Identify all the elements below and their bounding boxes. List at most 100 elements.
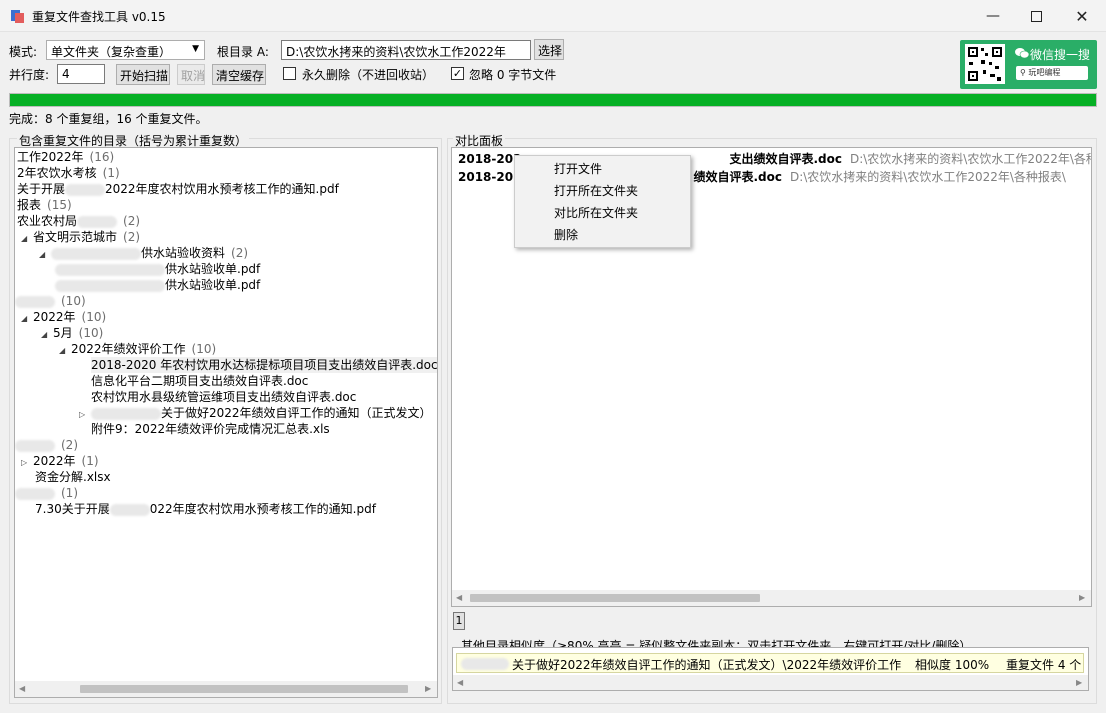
similarity-path: 关于做好2022年绩效自评工作的通知（正式发文）\2022年绩效评价工作 <box>512 658 902 672</box>
expanded-arrow-icon[interactable]: ◢ <box>39 247 51 263</box>
tree-row[interactable]: 报表 (15) <box>17 197 72 213</box>
redacted-text <box>51 247 141 260</box>
cancel-button[interactable]: 取消 <box>177 64 205 85</box>
tree-row[interactable]: 7.30关于开展 022年度农村饮用水预考核工作的通知.pdf <box>35 501 376 517</box>
menu-compare-folder[interactable]: 对比所在文件夹 <box>554 202 638 224</box>
tree-row-label: 关于做好2022年绩效自评工作的通知（正式发文） <box>161 406 432 420</box>
tree-row-label: 农村饮用水县级统管运维项目支出绩效自评表.doc <box>91 390 357 404</box>
similarity-dup-count: 重复文件 4 个 <box>1006 658 1082 672</box>
tree-row[interactable]: 附件9：2022年绩效评价完成情况汇总表.xls <box>91 421 330 437</box>
tree-row[interactable]: 资金分解.xlsx <box>35 469 111 485</box>
tree-row[interactable]: 2年农饮水考核 (1) <box>17 165 120 181</box>
collapsed-arrow-icon[interactable]: ▷ <box>79 407 91 423</box>
tree-row-label: 附件9：2022年绩效评价完成情况汇总表.xls <box>91 422 330 436</box>
expanded-arrow-icon[interactable]: ◢ <box>41 327 53 343</box>
maximize-icon[interactable] <box>1013 0 1059 32</box>
progress-bar <box>9 93 1097 107</box>
tree-row-label: 供水站验收单.pdf <box>165 262 261 276</box>
tree-row[interactable]: ◢ 2022年绩效评价工作 (10) <box>59 341 216 357</box>
similarity-percent: 相似度 100% <box>915 658 990 672</box>
expanded-arrow-icon[interactable]: ◢ <box>59 343 71 359</box>
title-bar: 重复文件查找工具 v0.15 — ✕ <box>0 0 1106 32</box>
tree-row[interactable]: 供水站验收单.pdf <box>55 261 260 277</box>
ignore-zero-checkbox[interactable]: ✓ <box>451 67 464 80</box>
similarity-hscrollbar[interactable]: ◀ ▶ <box>453 675 1088 690</box>
tree-row-count: (2) <box>123 214 141 228</box>
root-dir-label: 根目录 A: <box>217 45 269 59</box>
tree-row[interactable]: ◢ 2022年 (10) <box>21 309 106 325</box>
tree-row[interactable]: 信息化平台二期项目支出绩效自评表.doc <box>91 373 308 389</box>
scroll-left-icon[interactable]: ◀ <box>457 678 463 687</box>
compare-file-name: 2018-202 <box>458 170 522 184</box>
tree-row[interactable]: 工作2022年 (16) <box>17 149 114 165</box>
concurrency-input[interactable]: 4 <box>57 64 105 84</box>
tree-row[interactable]: ◢ 供水站验收资料 (2) <box>39 245 248 261</box>
tree-row[interactable]: 供水站验收单.pdf <box>55 277 260 293</box>
tree-row[interactable]: 农业农村局 (2) <box>17 213 140 229</box>
mode-label: 模式: <box>9 45 38 59</box>
expanded-arrow-icon[interactable]: ◢ <box>21 231 33 247</box>
tree-row-label-tail: 2022年度农村饮用水预考核工作的通知.pdf <box>105 182 339 196</box>
compare-hscrollbar[interactable]: ◀ ▶ <box>452 590 1091 606</box>
permanent-delete-checkbox[interactable] <box>283 67 296 80</box>
tree-row-label: 2022年 <box>33 310 76 324</box>
scroll-right-icon[interactable]: ▶ <box>1076 678 1082 687</box>
tree-row-label: 工作2022年 <box>17 150 84 164</box>
menu-open-file[interactable]: 打开文件 <box>554 158 602 180</box>
start-scan-button[interactable]: 开始扫描 <box>116 64 170 85</box>
ignore-zero-label: 忽略 0 字节文件 <box>469 68 557 82</box>
redacted-text <box>77 215 118 228</box>
menu-delete[interactable]: 删除 <box>554 224 578 246</box>
tree-row-count: (2) <box>231 246 249 260</box>
tree-row[interactable]: 农村饮用水县级统管运维项目支出绩效自评表.doc <box>91 389 356 405</box>
tree-row[interactable]: ▷ 2022年 (1) <box>21 453 99 469</box>
scroll-left-icon[interactable]: ◀ <box>19 684 25 693</box>
progress-fill <box>10 94 1096 106</box>
tree-row[interactable]: (2) <box>15 437 78 453</box>
tree-row-count: (10) <box>81 310 107 324</box>
menu-open-folder[interactable]: 打开所在文件夹 <box>554 180 638 202</box>
tree-row-label: 信息化平台二期项目支出绩效自评表.doc <box>91 374 309 388</box>
tree-row[interactable]: 关于开展 2022年度农村饮用水预考核工作的通知.pdf <box>17 181 339 197</box>
scroll-right-icon[interactable]: ▶ <box>425 684 431 693</box>
similarity-list[interactable]: 关于做好2022年绩效自评工作的通知（正式发文）\2022年绩效评价工作 相似度… <box>452 647 1089 691</box>
page-button[interactable]: 1 <box>453 612 465 630</box>
chevron-down-icon: ▼ <box>192 44 199 54</box>
redacted-text <box>91 407 161 420</box>
redacted-text <box>55 279 165 292</box>
tree-row[interactable]: ◢ 5月 (10) <box>41 325 103 341</box>
tree-row[interactable]: ◢ 省文明示范城市 (2) <box>21 229 140 245</box>
tree-row[interactable]: ▷ 关于做好2022年绩效自评工作的通知（正式发文） <box>79 405 432 421</box>
mode-select[interactable]: 单文件夹（复杂查重） ▼ <box>46 40 205 60</box>
tree-row-label: 省文明示范城市 <box>33 230 118 244</box>
root-dir-input[interactable]: D:\农饮水拷来的资料\农饮水工作2022年 <box>281 40 531 60</box>
redacted-text <box>65 183 106 196</box>
tree-row-label: 资金分解.xlsx <box>35 470 111 484</box>
directory-tree[interactable]: 工作2022年 (16) 2年农饮水考核 (1) 关于开展 2022年度农村饮用水预考核工… <box>14 147 438 698</box>
window-title: 重复文件查找工具 v0.15 <box>32 10 166 24</box>
close-icon[interactable]: ✕ <box>1059 0 1105 32</box>
similarity-row[interactable]: 关于做好2022年绩效自评工作的通知（正式发文）\2022年绩效评价工作 相似度… <box>456 653 1084 673</box>
tree-scroll-thumb[interactable] <box>80 685 408 693</box>
expanded-arrow-icon[interactable]: ◢ <box>21 311 33 327</box>
tree-row[interactable]: (1) <box>15 485 78 501</box>
tree-hscrollbar[interactable]: ◀ ▶ <box>15 681 437 697</box>
scroll-left-icon[interactable]: ◀ <box>456 593 462 602</box>
scroll-right-icon[interactable]: ▶ <box>1079 593 1085 602</box>
clear-cache-button[interactable]: 清空缓存 <box>212 64 266 85</box>
wechat-card[interactable]: 微信搜一搜 ⚲ 玩吧编程 <box>960 40 1097 89</box>
tree-row-label: 7.30关于开展 <box>35 502 110 516</box>
wechat-search-box[interactable]: ⚲ 玩吧编程 <box>1016 66 1088 80</box>
choose-button[interactable]: 选择 <box>534 39 564 60</box>
redacted-text <box>461 658 509 670</box>
tree-row[interactable]: (10) <box>15 293 86 309</box>
collapsed-arrow-icon[interactable]: ▷ <box>21 455 33 471</box>
wechat-search-label: 微信搜一搜 <box>1030 48 1091 62</box>
minimize-icon[interactable]: — <box>970 0 1016 32</box>
compare-scroll-thumb[interactable] <box>470 594 760 602</box>
tree-row[interactable]: 2018-2020 年农村饮用水达标提标项目项目支出绩效自评表.doc <box>91 357 437 373</box>
tree-row-count: (1) <box>102 166 120 180</box>
compare-file-name-tail: 绩效自评表.doc <box>693 170 782 184</box>
redacted-text <box>15 439 55 452</box>
redacted-text <box>15 487 55 500</box>
